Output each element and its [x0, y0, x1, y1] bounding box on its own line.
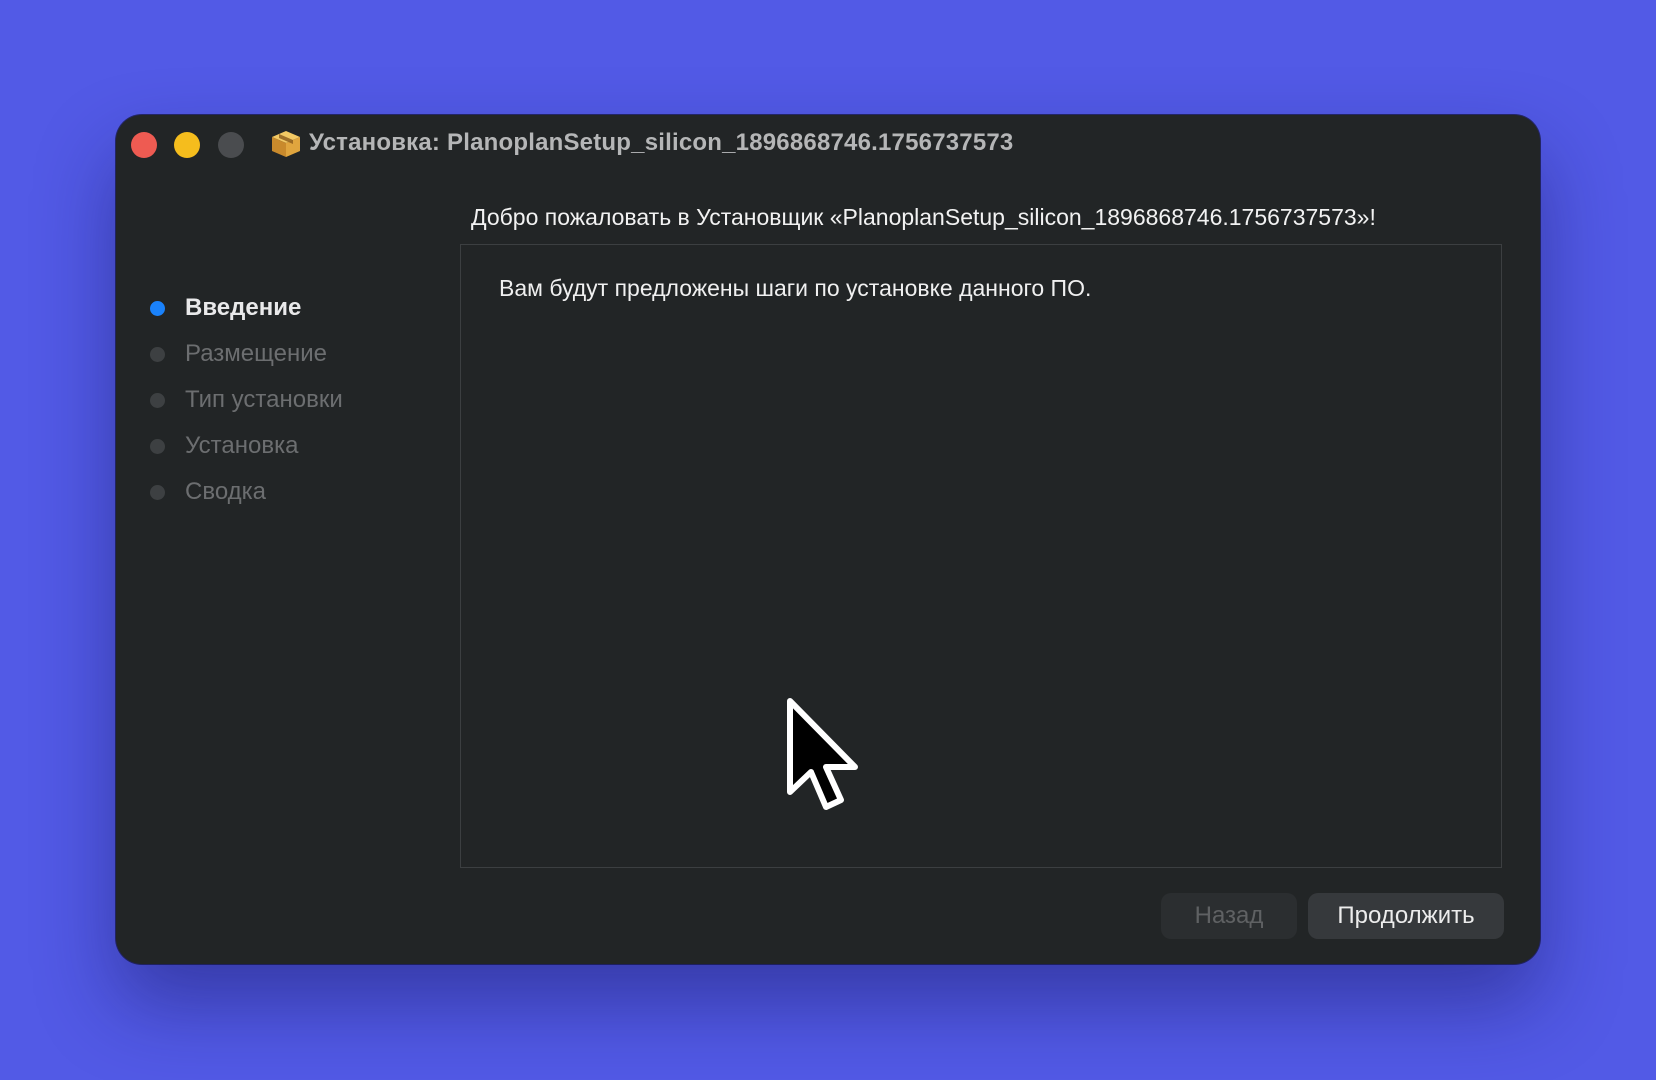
installer-window: Установка: PlanoplanSetup_silicon_189686…: [116, 115, 1540, 964]
step-indicator-dot: [150, 392, 165, 408]
step-introduction: Введение: [150, 285, 343, 331]
close-window-button[interactable]: [131, 132, 157, 158]
step-label: Тип установки: [185, 386, 343, 413]
step-label: Размещение: [185, 340, 327, 367]
back-button[interactable]: Назад: [1161, 893, 1297, 939]
step-label: Установка: [185, 432, 299, 459]
title-bar[interactable]: Установка: PlanoplanSetup_silicon_189686…: [116, 115, 1540, 175]
step-summary: Сводка: [150, 469, 343, 515]
step-indicator-dot: [150, 300, 165, 316]
window-title: Установка: PlanoplanSetup_silicon_189686…: [309, 129, 1014, 156]
zoom-window-button: [218, 132, 244, 158]
installer-steps: Введение Размещение Тип установки Устано…: [150, 285, 343, 515]
step-installation-type: Тип установки: [150, 377, 343, 423]
content-panel: Вам будут предложены шаги по установке д…: [460, 244, 1502, 868]
step-indicator-dot: [150, 484, 165, 500]
mouse-pointer-icon: [787, 698, 858, 810]
minimize-window-button[interactable]: [174, 132, 200, 158]
package-icon: [272, 131, 300, 157]
step-destination: Размещение: [150, 331, 343, 377]
step-installation: Установка: [150, 423, 343, 469]
step-label: Сводка: [185, 478, 267, 505]
intro-text: Вам будут предложены шаги по установке д…: [499, 275, 1092, 301]
step-indicator-dot: [150, 346, 165, 362]
welcome-heading: Добро пожаловать в Установщик «Planoplan…: [471, 204, 1376, 230]
step-label: Введение: [185, 294, 302, 321]
continue-button[interactable]: Продолжить: [1308, 893, 1504, 939]
step-indicator-dot: [150, 438, 165, 454]
